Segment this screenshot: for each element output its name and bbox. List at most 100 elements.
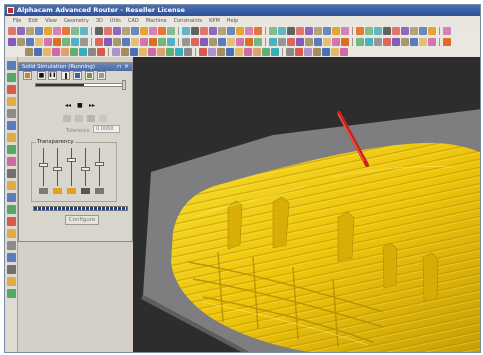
open-icon[interactable] bbox=[401, 37, 409, 46]
layer-icon[interactable] bbox=[269, 26, 277, 35]
rewind-icon[interactable]: ◂◂ bbox=[65, 102, 71, 109]
arc-icon[interactable] bbox=[7, 133, 16, 142]
line-icon[interactable] bbox=[44, 37, 52, 46]
simulate-icon[interactable] bbox=[419, 26, 427, 35]
arc-icon[interactable] bbox=[43, 47, 51, 56]
layer-icon[interactable] bbox=[410, 26, 418, 35]
zoom-icon[interactable] bbox=[7, 73, 16, 82]
pan-icon[interactable] bbox=[148, 47, 156, 56]
polyline-icon[interactable] bbox=[356, 37, 364, 46]
simulate-icon[interactable] bbox=[88, 47, 96, 56]
open-icon[interactable] bbox=[428, 26, 436, 35]
menu-3d[interactable]: 3D bbox=[96, 18, 103, 24]
delete-icon[interactable] bbox=[80, 37, 88, 46]
compare-icon[interactable] bbox=[99, 115, 107, 122]
open-icon[interactable] bbox=[244, 47, 252, 56]
settings-icon[interactable] bbox=[97, 71, 106, 80]
delete-icon[interactable] bbox=[401, 26, 409, 35]
simulate-icon[interactable] bbox=[278, 26, 286, 35]
save-icon[interactable] bbox=[410, 37, 418, 46]
delete-icon[interactable] bbox=[227, 37, 235, 46]
menu-machine[interactable]: Machine bbox=[146, 18, 167, 24]
simulate-icon[interactable] bbox=[235, 47, 243, 56]
move-icon[interactable] bbox=[71, 37, 79, 46]
arc-icon[interactable] bbox=[53, 37, 61, 46]
redo-icon[interactable] bbox=[26, 26, 34, 35]
zoom-icon[interactable] bbox=[139, 47, 147, 56]
redo-icon[interactable] bbox=[287, 37, 295, 46]
open-icon[interactable] bbox=[140, 26, 148, 35]
layer-icon[interactable] bbox=[7, 181, 16, 190]
fast-forward-icon[interactable]: ▸▸ bbox=[89, 102, 95, 109]
delete-icon[interactable] bbox=[70, 47, 78, 56]
polyline-icon[interactable] bbox=[199, 47, 207, 56]
simulate-icon[interactable] bbox=[23, 71, 32, 80]
zoom-icon[interactable] bbox=[8, 37, 16, 46]
close-icon[interactable]: × bbox=[124, 63, 129, 71]
pan-icon[interactable] bbox=[295, 47, 303, 56]
line-icon[interactable] bbox=[365, 26, 373, 35]
menu-cad[interactable]: CAD bbox=[128, 18, 139, 24]
zoom-icon[interactable] bbox=[286, 47, 294, 56]
line-icon[interactable] bbox=[322, 47, 330, 56]
simulation-progress-bar[interactable] bbox=[35, 83, 125, 87]
line-icon[interactable] bbox=[191, 37, 199, 46]
line-icon[interactable] bbox=[34, 47, 42, 56]
rotate-icon[interactable] bbox=[200, 26, 208, 35]
layer-icon[interactable] bbox=[95, 37, 103, 46]
save-icon[interactable] bbox=[269, 37, 277, 46]
arc-icon[interactable] bbox=[80, 26, 88, 35]
delete-icon[interactable] bbox=[113, 26, 121, 35]
simulate-icon[interactable] bbox=[104, 37, 112, 46]
zoom-icon[interactable] bbox=[73, 71, 82, 80]
undo-icon[interactable] bbox=[419, 37, 427, 46]
circle-icon[interactable] bbox=[7, 289, 16, 298]
zoom-icon[interactable] bbox=[7, 253, 16, 262]
zoom-icon[interactable] bbox=[323, 26, 331, 35]
polyline-icon[interactable] bbox=[52, 47, 60, 56]
tool-view-icon[interactable] bbox=[63, 115, 71, 122]
polyline-icon[interactable] bbox=[95, 26, 103, 35]
open-icon[interactable] bbox=[97, 47, 105, 56]
stop-button[interactable]: ■ bbox=[37, 71, 46, 80]
rotate-icon[interactable] bbox=[304, 47, 312, 56]
redo-icon[interactable] bbox=[167, 26, 175, 35]
pan-icon[interactable] bbox=[305, 37, 313, 46]
zoom-icon[interactable] bbox=[182, 26, 190, 35]
open-icon[interactable] bbox=[254, 37, 262, 46]
arc-icon[interactable] bbox=[331, 47, 339, 56]
menu-kpm[interactable]: KPM bbox=[209, 18, 220, 24]
line-icon[interactable] bbox=[71, 26, 79, 35]
transparency-slider-thumb[interactable] bbox=[39, 163, 48, 168]
save-icon[interactable] bbox=[253, 47, 261, 56]
save-icon[interactable] bbox=[122, 37, 130, 46]
circle-icon[interactable] bbox=[323, 37, 331, 46]
step-button[interactable] bbox=[61, 71, 70, 80]
save-icon[interactable] bbox=[8, 26, 16, 35]
arc-icon[interactable] bbox=[184, 47, 192, 56]
layer-icon[interactable] bbox=[383, 37, 391, 46]
menu-constraints[interactable]: Constraints bbox=[174, 18, 203, 24]
pan-icon[interactable] bbox=[7, 85, 16, 94]
move-icon[interactable] bbox=[245, 26, 253, 35]
move-icon[interactable] bbox=[104, 26, 112, 35]
redo-icon[interactable] bbox=[7, 61, 16, 70]
open-icon[interactable] bbox=[287, 26, 295, 35]
arc-icon[interactable] bbox=[374, 26, 382, 35]
delete-icon[interactable] bbox=[254, 26, 262, 35]
simulate-icon[interactable] bbox=[131, 26, 139, 35]
open-icon[interactable] bbox=[7, 205, 16, 214]
pin-icon[interactable]: ⊓ bbox=[117, 63, 121, 71]
undo-icon[interactable] bbox=[305, 26, 313, 35]
circle-icon[interactable] bbox=[166, 47, 174, 56]
circle-icon[interactable] bbox=[182, 37, 190, 46]
move-icon[interactable] bbox=[218, 37, 226, 46]
tolerance-field[interactable]: 0.0060 bbox=[93, 125, 120, 133]
arc-icon[interactable] bbox=[200, 37, 208, 46]
redo-icon[interactable] bbox=[140, 37, 148, 46]
zoom-icon[interactable] bbox=[149, 37, 157, 46]
circle-icon[interactable] bbox=[62, 26, 70, 35]
simulate-icon[interactable] bbox=[245, 37, 253, 46]
save-icon[interactable] bbox=[7, 217, 16, 226]
circle-icon[interactable] bbox=[313, 47, 321, 56]
